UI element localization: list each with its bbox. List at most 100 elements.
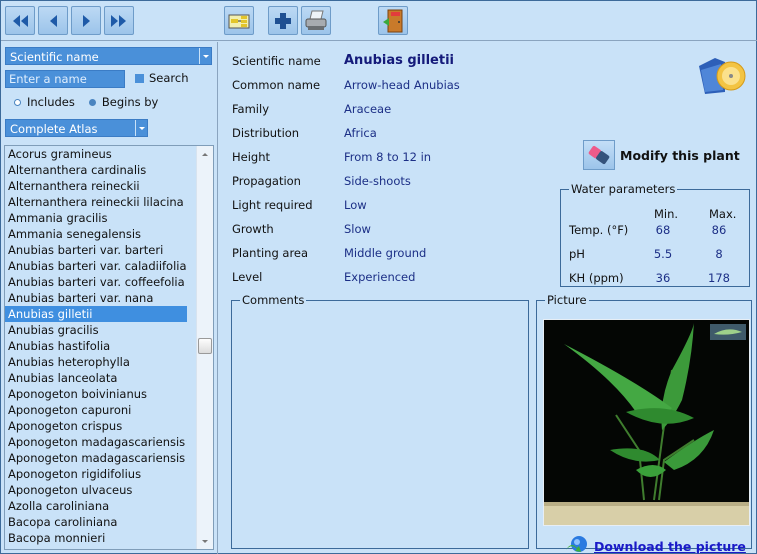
- first-record-button[interactable]: [5, 6, 35, 35]
- modify-plant-button[interactable]: Modify this plant: [583, 140, 740, 170]
- plant-list-item[interactable]: Aponogeton madagascariensis: [5, 434, 187, 450]
- plant-list-item[interactable]: Bacopa monnieri: [5, 530, 187, 546]
- comments-title: Comments: [242, 293, 305, 307]
- field-value: Experienced: [344, 270, 416, 284]
- tree-structure-icon: [228, 14, 250, 28]
- water-parameters-title: Water parameters: [571, 182, 676, 196]
- field-value: Africa: [344, 126, 377, 140]
- plant-list-item[interactable]: Alternanthera cardinalis: [5, 162, 187, 178]
- plant-listbox[interactable]: Acorus gramineus Alternanthera cardinalis…: [4, 145, 214, 550]
- search-field-select-value: Scientific name: [10, 50, 99, 64]
- last-record-button[interactable]: [104, 6, 134, 35]
- match-mode-radio-group: Includes Begins by: [14, 95, 158, 109]
- scroll-up-icon[interactable]: [197, 146, 213, 162]
- next-record-button[interactable]: [71, 6, 101, 35]
- plant-list-item[interactable]: Azolla caroliniana: [5, 498, 187, 514]
- double-right-arrow-icon: [111, 14, 126, 27]
- min-header: Min.: [654, 207, 679, 221]
- sidebar: Scientific name Search Includes Begins b…: [1, 42, 218, 554]
- max-header: Max.: [709, 207, 737, 221]
- radio-begins-by-label: Begins by: [101, 95, 159, 109]
- double-left-arrow-icon: [13, 14, 28, 27]
- download-picture-button[interactable]: Download the picture: [565, 535, 746, 554]
- field-value: Side-shoots: [344, 174, 411, 188]
- plant-list-item[interactable]: Anubias hastifolia: [5, 338, 187, 354]
- comments-group: Comments: [231, 293, 529, 549]
- list-scrollbar[interactable]: [196, 146, 213, 549]
- radio-button[interactable]: [14, 98, 21, 106]
- scroll-down-icon[interactable]: [197, 533, 213, 549]
- plant-list-item[interactable]: Anubias barteri var. caladiifolia: [5, 258, 187, 274]
- radio-begins-by[interactable]: Begins by: [88, 95, 159, 109]
- tree-view-button[interactable]: [224, 6, 254, 35]
- chevron-down-icon: [135, 120, 147, 136]
- plant-list-item[interactable]: Ammania gracilis: [5, 210, 187, 226]
- field-label: Growth: [232, 222, 274, 236]
- field-label: Propagation: [232, 174, 301, 188]
- name-search-input[interactable]: [5, 70, 125, 88]
- printer-icon: [305, 10, 327, 30]
- previous-record-button[interactable]: [38, 6, 68, 35]
- plant-list-item[interactable]: Aponogeton capuroni: [5, 402, 187, 418]
- plant-image: [544, 320, 749, 525]
- plant-list-item[interactable]: Anubias barteri var. barteri: [5, 242, 187, 258]
- folder-cd-icon[interactable]: [695, 54, 747, 96]
- toolbar: [1, 1, 757, 41]
- water-parameter-label: KH (ppm): [569, 271, 624, 285]
- radio-includes[interactable]: Includes: [14, 95, 75, 109]
- plant-list-item[interactable]: Aponogeton boivinianus: [5, 386, 187, 402]
- field-label: Planting area: [232, 246, 309, 260]
- field-value: Anubias gilletii: [344, 53, 454, 68]
- exit-button[interactable]: [378, 6, 408, 35]
- water-parameter-label: Temp. (°F): [569, 223, 629, 237]
- plant-list-item[interactable]: Anubias barteri var. nana: [5, 290, 187, 306]
- plant-list-item[interactable]: Alternanthera reineckii lilacina: [5, 194, 187, 210]
- field-value: Arrow-head Anubias: [344, 78, 460, 92]
- water-parameter-min: 5.5: [653, 247, 673, 261]
- field-label: Height: [232, 150, 271, 164]
- plant-list-item[interactable]: Ammania senegalensis: [5, 226, 187, 242]
- field-label: Scientific name: [232, 54, 321, 68]
- checkbox-box[interactable]: [135, 73, 144, 83]
- plant-list-item[interactable]: Alternanthera reineckii: [5, 178, 187, 194]
- left-arrow-icon: [50, 14, 57, 27]
- field-value: Low: [344, 198, 367, 212]
- radio-button[interactable]: [88, 98, 96, 106]
- plant-list-item[interactable]: Acorus gramineus: [5, 146, 187, 162]
- field-label: Distribution: [232, 126, 300, 140]
- chevron-down-icon: [199, 48, 211, 64]
- plant-list-item[interactable]: Anubias gilletii: [5, 306, 187, 322]
- water-parameters-group: Water parameters Min. Max. Temp. (°F) 68 8…: [560, 182, 750, 287]
- plant-list-item[interactable]: Anubias barteri var. coffeefolia: [5, 274, 187, 290]
- print-button[interactable]: [301, 6, 331, 35]
- plant-list-item[interactable]: Aponogeton madagascariensis: [5, 450, 187, 466]
- atlas-select[interactable]: Complete Atlas: [5, 119, 148, 137]
- download-picture-link[interactable]: Download the picture: [594, 539, 746, 554]
- water-parameter-max: 178: [708, 271, 730, 285]
- plant-list-item[interactable]: Anubias gracilis: [5, 322, 187, 338]
- search-checkbox[interactable]: Search: [135, 71, 189, 85]
- add-button[interactable]: [268, 6, 298, 35]
- plant-list-item[interactable]: Bacopa caroliniana: [5, 514, 187, 530]
- comments-text: [232, 307, 528, 315]
- field-value: Slow: [344, 222, 371, 236]
- plant-list-item[interactable]: Aponogeton ulvaceus: [5, 482, 187, 498]
- picture-title: Picture: [547, 293, 587, 307]
- field-label: Common name: [232, 78, 321, 92]
- plant-list-item[interactable]: Aponogeton crispus: [5, 418, 187, 434]
- field-value: Araceae: [344, 102, 392, 116]
- modify-plant-label: Modify this plant: [620, 147, 740, 163]
- plant-list-item[interactable]: Anubias heterophylla: [5, 354, 187, 370]
- scroll-thumb[interactable]: [198, 338, 212, 354]
- water-parameter-max: 86: [711, 223, 727, 237]
- field-label: Family: [232, 102, 270, 116]
- search-checkbox-label: Search: [149, 71, 189, 85]
- search-field-select[interactable]: Scientific name: [5, 47, 212, 65]
- plant-list-item[interactable]: Aponogeton rigidifolius: [5, 466, 187, 482]
- field-label: Level: [232, 270, 263, 284]
- plant-list-item[interactable]: Anubias lanceolata: [5, 370, 187, 386]
- water-parameter-min: 36: [655, 271, 671, 285]
- plus-icon: [275, 12, 291, 29]
- water-parameter-max: 8: [715, 247, 723, 261]
- plant-photo[interactable]: [543, 319, 750, 526]
